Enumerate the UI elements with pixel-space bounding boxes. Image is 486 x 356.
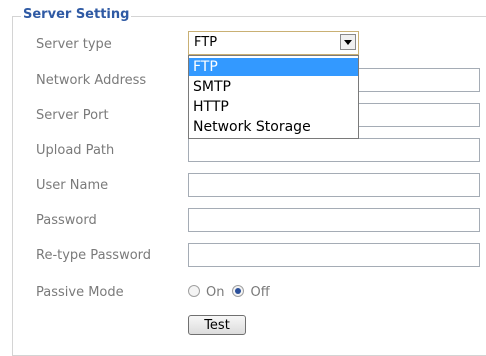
- section-title: Server Setting: [21, 7, 132, 22]
- dropdown-option-network-storage[interactable]: Network Storage: [189, 118, 358, 136]
- dropdown-option-ftp[interactable]: FTP: [189, 58, 358, 76]
- passive-mode-group: On Off: [188, 284, 278, 302]
- passive-mode-off-radio[interactable]: [232, 285, 245, 297]
- server-port-label: Server Port: [36, 108, 109, 123]
- passive-mode-on-label: On: [206, 285, 225, 300]
- passive-mode-label: Passive Mode: [36, 285, 124, 300]
- upload-path-label: Upload Path: [36, 143, 115, 158]
- retype-password-label: Re-type Password: [36, 248, 152, 263]
- server-type-select[interactable]: FTP: [188, 31, 359, 55]
- chevron-down-icon[interactable]: [340, 34, 356, 50]
- network-address-label: Network Address: [36, 73, 147, 88]
- test-button[interactable]: Test: [188, 315, 246, 335]
- user-name-input[interactable]: [188, 173, 480, 197]
- upload-path-input[interactable]: [188, 138, 480, 162]
- passive-mode-off-label: Off: [250, 285, 270, 300]
- server-type-value: FTP: [194, 35, 218, 50]
- user-name-label: User Name: [36, 178, 109, 193]
- password-input[interactable]: [188, 208, 480, 232]
- dropdown-option-smtp[interactable]: SMTP: [189, 78, 358, 96]
- server-type-label: Server type: [36, 37, 112, 52]
- dropdown-option-http[interactable]: HTTP: [189, 98, 358, 116]
- password-label: Password: [36, 213, 97, 228]
- server-type-dropdown: FTP SMTP HTTP Network Storage: [188, 55, 359, 139]
- passive-mode-on-radio[interactable]: [188, 285, 200, 297]
- retype-password-input[interactable]: [188, 243, 480, 267]
